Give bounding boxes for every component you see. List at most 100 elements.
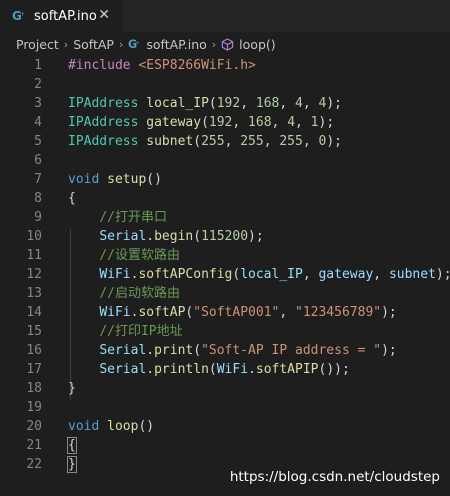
code-token: , bbox=[232, 115, 249, 130]
breadcrumb: Project › SoftAP › G + softAP.ino › loop… bbox=[0, 32, 450, 56]
code-token: IPAddress bbox=[68, 134, 147, 149]
code-text: { bbox=[67, 436, 77, 455]
chevron-right-icon: › bbox=[118, 37, 124, 51]
code-text: WiFi.softAPConfig(local_IP, gateway, sub… bbox=[68, 265, 450, 284]
code-line[interactable]: 13 //启动软路由 bbox=[0, 284, 450, 303]
breadcrumb-item-file[interactable]: softAP.ino bbox=[146, 37, 206, 52]
code-token: 255 bbox=[201, 134, 225, 149]
line-number: 8 bbox=[34, 191, 42, 206]
svg-text:+: + bbox=[20, 11, 25, 18]
code-token: () bbox=[138, 419, 155, 434]
code-token: ( bbox=[193, 343, 202, 358]
code-token: , bbox=[224, 134, 241, 149]
code-token: , bbox=[302, 267, 319, 282]
tab-bar: G + softAP.ino ✕ bbox=[0, 0, 450, 32]
cpp-file-icon: G + bbox=[12, 9, 25, 23]
code-token: } bbox=[68, 381, 76, 396]
code-token: 255 bbox=[240, 134, 264, 149]
svg-text:+: + bbox=[136, 40, 141, 46]
code-token: . bbox=[146, 362, 155, 377]
code-line[interactable]: 7 void setup() bbox=[0, 170, 450, 189]
code-token: loop bbox=[107, 419, 139, 434]
code-token: , bbox=[279, 305, 295, 320]
breadcrumb-item-project[interactable]: Project bbox=[16, 37, 59, 52]
line-number: 7 bbox=[34, 172, 42, 187]
code-line[interactable]: 5 IPAddress subnet(255, 255, 255, 0); bbox=[0, 132, 450, 151]
code-token: , bbox=[263, 134, 280, 149]
tab-softap-ino[interactable]: G + softAP.ino ✕ bbox=[0, 0, 122, 32]
code-token: "SoftAP001" bbox=[193, 305, 280, 320]
code-line[interactable]: 10 Serial.begin(115200); bbox=[0, 227, 450, 246]
line-number: 5 bbox=[34, 134, 42, 149]
code-line[interactable]: 11 //设置软路由 bbox=[0, 246, 450, 265]
code-token: , bbox=[302, 96, 319, 111]
breadcrumb-item-softap[interactable]: SoftAP bbox=[73, 37, 114, 52]
code-text: void setup() bbox=[68, 170, 162, 189]
line-number: 17 bbox=[26, 362, 42, 377]
code-editor[interactable]: 1 #include <ESP8266WiFi.h> 2 3 IPAddress loc… bbox=[0, 56, 450, 496]
code-token: IPAddress bbox=[68, 96, 147, 111]
code-token: void bbox=[68, 172, 108, 187]
code-token: setup bbox=[107, 172, 147, 187]
code-line[interactable]: 2 bbox=[0, 75, 450, 94]
code-line[interactable]: 18} bbox=[0, 379, 450, 398]
code-token: ); bbox=[318, 115, 335, 130]
code-token: . bbox=[248, 362, 256, 377]
code-text: IPAddress local_IP(192, 168, 4, 4); bbox=[68, 94, 342, 113]
line-number: 20 bbox=[26, 419, 42, 434]
code-text: void loop() bbox=[68, 417, 154, 436]
code-text: //打印IP地址 bbox=[68, 322, 182, 341]
code-token: ()); bbox=[318, 362, 350, 377]
code-text: Serial.print("Soft-AP IP address = "); bbox=[68, 341, 397, 360]
code-token: 168 bbox=[255, 96, 280, 111]
code-line[interactable]: 15 //打印IP地址 bbox=[0, 322, 450, 341]
line-number: 3 bbox=[34, 96, 42, 111]
code-text: } bbox=[68, 379, 76, 398]
code-token: IPAddress bbox=[68, 115, 147, 130]
code-line[interactable]: 20 void loop() bbox=[0, 417, 450, 436]
code-token: 115200 bbox=[201, 229, 249, 244]
code-token: "Soft-AP IP address = " bbox=[201, 343, 382, 358]
code-token: ); bbox=[248, 229, 264, 244]
code-token: WiFi bbox=[99, 267, 131, 282]
line-number: 15 bbox=[26, 324, 42, 339]
code-token: "123456789" bbox=[295, 305, 382, 320]
code-line[interactable]: 12 WiFi.softAPConfig(local_IP, gateway, … bbox=[0, 265, 450, 284]
code-text: //打开串口 bbox=[68, 208, 167, 227]
code-token: ); bbox=[381, 343, 397, 358]
code-token: ( bbox=[208, 96, 217, 111]
code-line[interactable]: 17 Serial.println(WiFi.softAPIP()); bbox=[0, 360, 450, 379]
code-token: softAPConfig bbox=[138, 267, 233, 282]
code-token: 1 bbox=[310, 115, 319, 130]
code-line[interactable]: 21 { bbox=[0, 436, 450, 455]
close-icon[interactable]: ✕ bbox=[98, 7, 110, 23]
code-token: 192 bbox=[216, 96, 241, 111]
line-number: 10 bbox=[26, 229, 42, 244]
code-text: IPAddress gateway(192, 168, 4, 1); bbox=[68, 113, 334, 132]
line-number: 16 bbox=[26, 343, 42, 358]
line-number: 14 bbox=[26, 305, 42, 320]
code-token: 168 bbox=[248, 115, 272, 130]
code-token: { bbox=[67, 437, 77, 454]
code-line[interactable]: 14 WiFi.softAP("SoftAP001", "123456789")… bbox=[0, 303, 450, 322]
code-line[interactable]: 9 //打开串口 bbox=[0, 208, 450, 227]
code-line[interactable]: 19 bbox=[0, 398, 450, 417]
line-number: 21 bbox=[26, 438, 42, 453]
line-number: 22 bbox=[26, 457, 42, 472]
code-line[interactable]: 6 bbox=[0, 151, 450, 170]
code-line[interactable]: 3 IPAddress local_IP(192, 168, 4, 4); bbox=[0, 94, 450, 113]
code-line[interactable]: 4 IPAddress gateway(192, 168, 4, 1); bbox=[0, 113, 450, 132]
code-token: , bbox=[373, 267, 389, 282]
code-token: ( bbox=[193, 134, 202, 149]
line-number: 2 bbox=[34, 77, 42, 92]
code-token: ( bbox=[193, 229, 202, 244]
code-line[interactable]: 1 #include <ESP8266WiFi.h> bbox=[0, 56, 450, 75]
code-token: print bbox=[154, 343, 194, 358]
code-token: } bbox=[67, 456, 77, 473]
breadcrumb-item-function[interactable]: loop() bbox=[239, 37, 275, 52]
code-token: , bbox=[295, 115, 311, 130]
code-line[interactable]: 16 Serial.print("Soft-AP IP address = ")… bbox=[0, 341, 450, 360]
code-line[interactable]: 8{ bbox=[0, 189, 450, 208]
